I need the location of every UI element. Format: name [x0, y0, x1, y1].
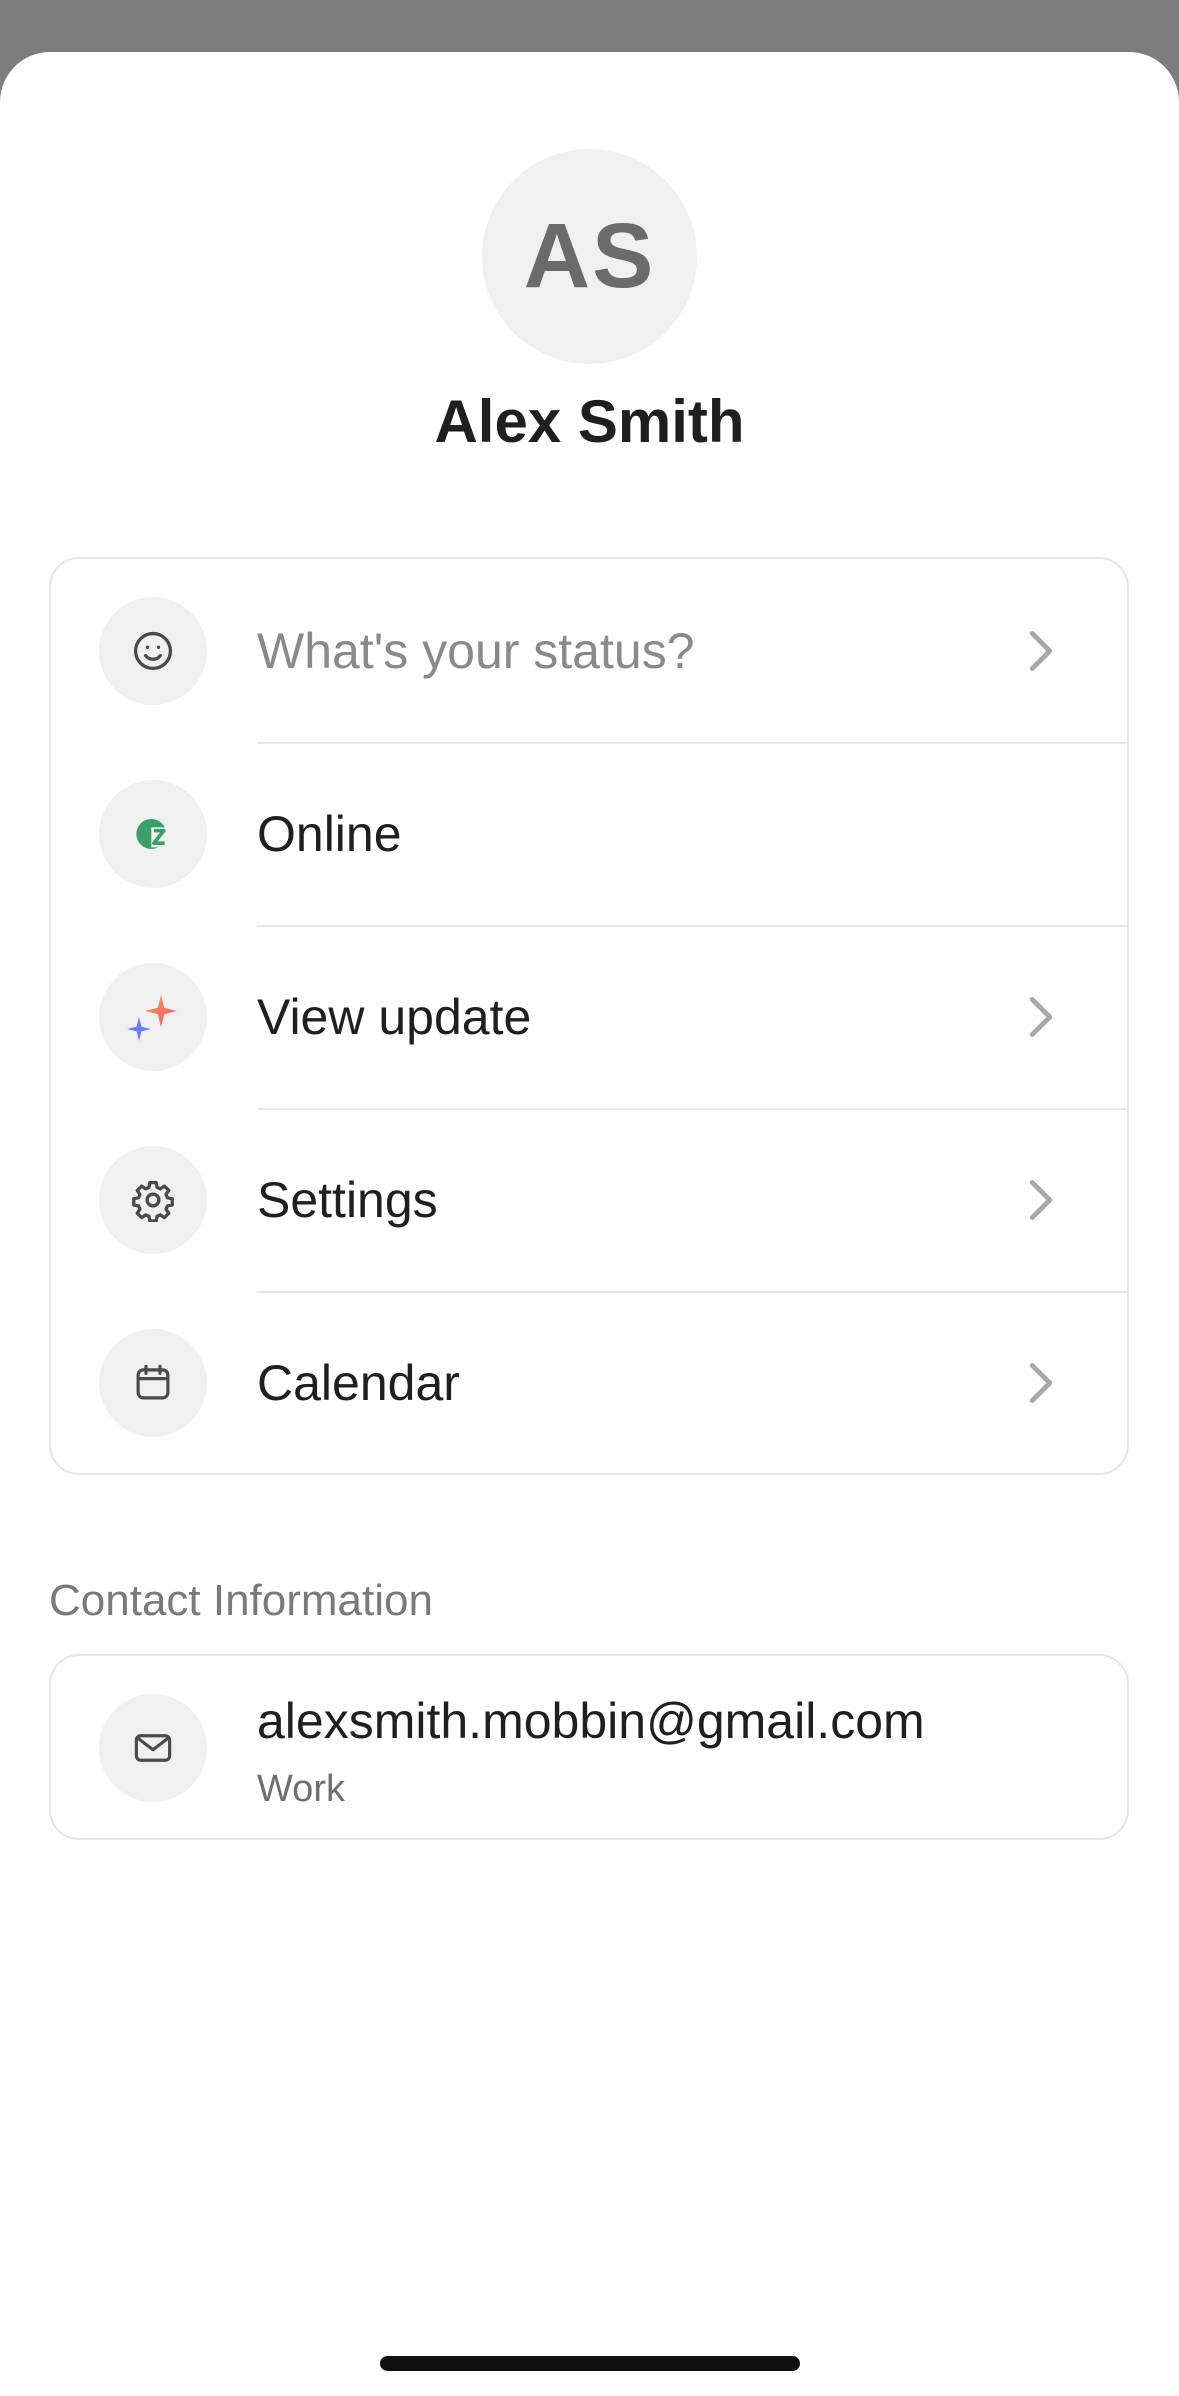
- status-label: What's your status?: [257, 622, 695, 679]
- profile-name: Alex Smith: [434, 388, 745, 455]
- chevron-right-icon: [1017, 1359, 1065, 1407]
- view-update-label: View update: [257, 988, 532, 1045]
- contact-section-title: Contact Information: [49, 1576, 433, 1625]
- online-status-icon: [99, 780, 207, 888]
- chevron-right-icon: [1017, 1176, 1065, 1224]
- gear-icon: [99, 1146, 207, 1254]
- avatar-initials: AS: [523, 205, 656, 307]
- email-type: Work: [257, 1768, 345, 1810]
- settings-label: Settings: [257, 1171, 438, 1228]
- avatar: AS: [482, 149, 697, 364]
- view-update-row[interactable]: View update: [51, 925, 1127, 1108]
- smiley-icon: [99, 597, 207, 705]
- home-indicator[interactable]: [380, 2356, 800, 2371]
- chevron-right-icon: [1017, 627, 1065, 675]
- calendar-row[interactable]: Calendar: [51, 1291, 1127, 1474]
- email-address: alexsmith.mobbin@gmail.com: [257, 1693, 925, 1749]
- calendar-label: Calendar: [257, 1354, 460, 1411]
- menu-card: What's your status? Online View update S…: [49, 557, 1129, 1475]
- sparkles-icon: [99, 963, 207, 1071]
- settings-row[interactable]: Settings: [51, 1108, 1127, 1291]
- online-row[interactable]: Online: [51, 742, 1127, 925]
- email-card[interactable]: alexsmith.mobbin@gmail.com Work: [49, 1654, 1129, 1840]
- mail-icon: [99, 1694, 207, 1802]
- profile-sheet: AS Alex Smith What's your status? Online…: [0, 52, 1179, 2396]
- calendar-icon: [99, 1329, 207, 1437]
- online-label: Online: [257, 805, 402, 862]
- chevron-right-icon: [1017, 993, 1065, 1041]
- status-row[interactable]: What's your status?: [51, 559, 1127, 742]
